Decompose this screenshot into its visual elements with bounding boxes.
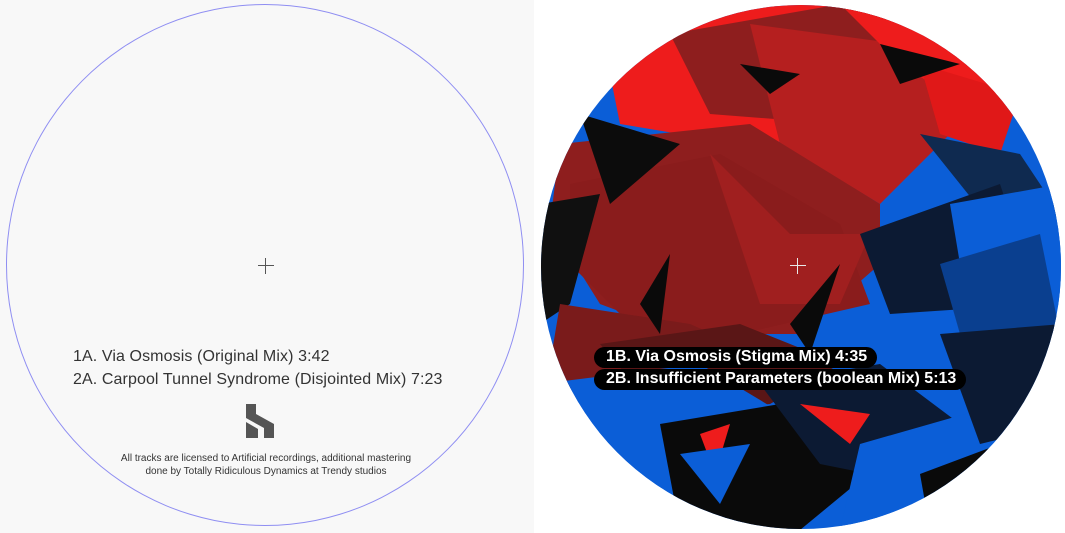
label-logo-icon (246, 404, 274, 438)
side-b-center-crosshair-icon (790, 258, 806, 274)
credits-line-1: All tracks are licensed to Artificial re… (120, 453, 412, 464)
side-a-center-crosshair-icon (258, 258, 274, 274)
vinyl-label-mockup: 1A. Via Osmosis (Original Mix) 3:42 2A. … (0, 0, 1065, 533)
side-b-track-1: 1B. Via Osmosis (Stigma Mix) 4:35 (594, 347, 878, 368)
side-a-credits: All tracks are licensed to Artificial re… (100, 452, 432, 478)
side-a-track-2: 2A. Carpool Tunnel Syndrome (Disjointed … (73, 371, 443, 388)
side-a-track-1: 1A. Via Osmosis (Original Mix) 3:42 (73, 348, 330, 365)
side-b-track-2: 2B. Insufficient Parameters (boolean Mix… (594, 369, 967, 390)
side-a-panel: 1A. Via Osmosis (Original Mix) 3:42 2A. … (0, 0, 534, 533)
credits-line-2: done by Totally Ridiculous Dynamics at T… (145, 466, 387, 477)
